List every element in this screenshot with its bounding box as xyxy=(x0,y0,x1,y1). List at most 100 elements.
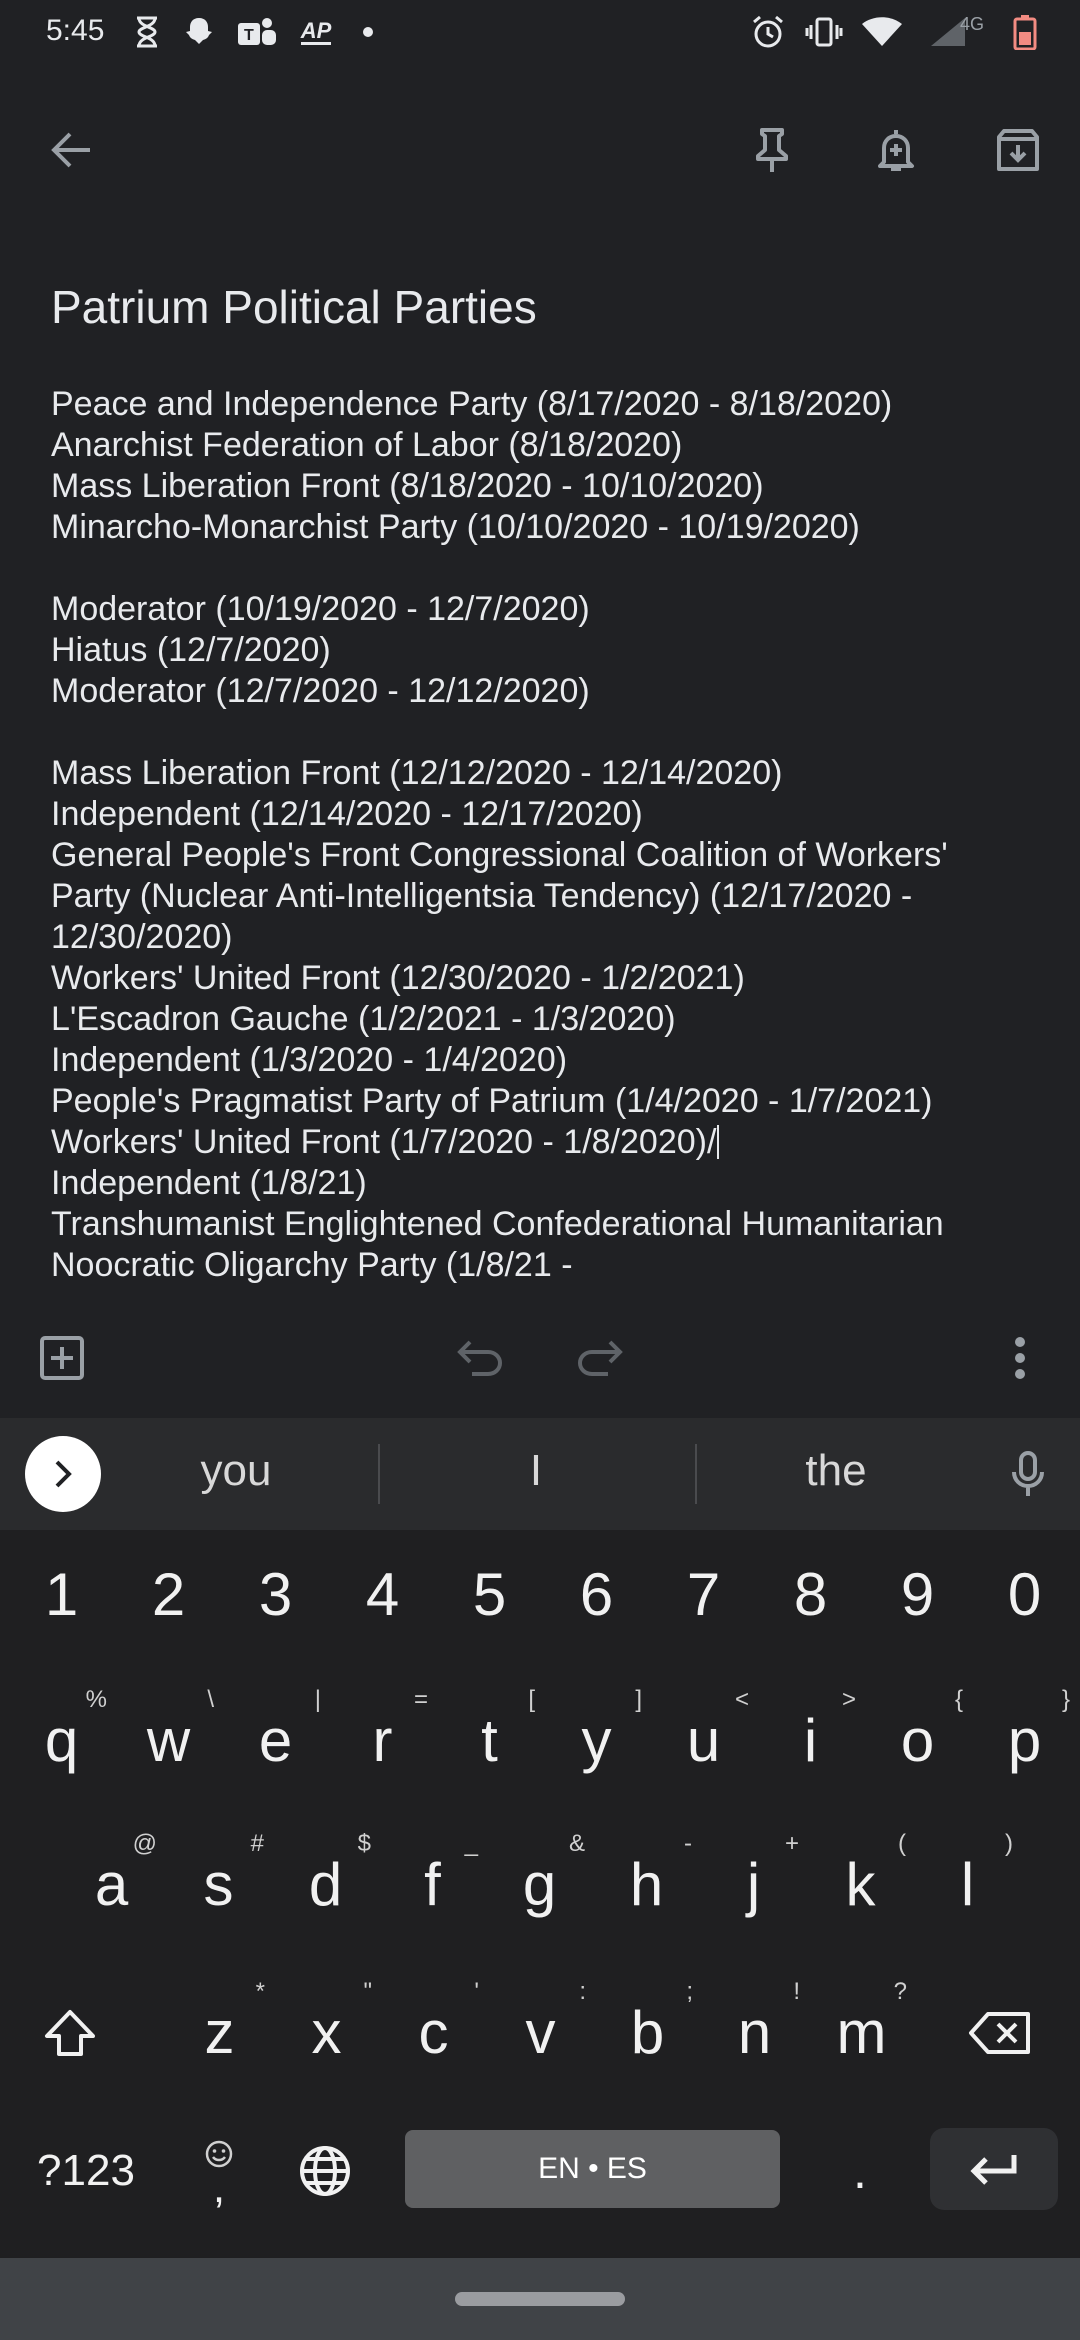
suggestion-bar: you I the xyxy=(0,1418,1080,1530)
enter-key[interactable] xyxy=(930,2128,1058,2210)
voice-input-button[interactable] xyxy=(998,1444,1058,1504)
backspace-key[interactable] xyxy=(944,1978,1056,2088)
note-line: Independent (12/14/2020 - 12/17/2020) xyxy=(51,795,643,833)
snapchat-icon xyxy=(180,12,218,52)
key-5-label: 5 xyxy=(472,1560,507,1628)
key-x-label: x xyxy=(311,1998,342,2066)
status-time: 5:45 xyxy=(46,14,105,47)
pin-button[interactable] xyxy=(740,118,804,182)
key-y-label: y xyxy=(581,1706,612,1774)
key-r[interactable]: r = xyxy=(329,1686,436,1794)
key-3[interactable]: 3 xyxy=(222,1542,329,1646)
key-b[interactable]: b; xyxy=(594,1978,701,2086)
key-o-hint: { xyxy=(954,1686,963,1713)
key-2[interactable]: 2 xyxy=(115,1542,222,1646)
note-line: Independent (1/8/21) xyxy=(51,1164,367,1202)
add-content-button[interactable] xyxy=(30,1326,94,1390)
key-5[interactable]: 5 xyxy=(436,1542,543,1646)
note-line: Mass Liberation Front (12/12/2020 - 12/1… xyxy=(51,754,783,792)
key-e-label: e xyxy=(258,1706,293,1774)
key-m-hint: ? xyxy=(893,1978,907,2005)
ap-news-icon: AP xyxy=(296,12,336,52)
key-l[interactable]: l) xyxy=(914,1830,1021,1938)
key-y[interactable]: y] xyxy=(543,1686,650,1794)
key-1-label: 1 xyxy=(44,1560,79,1628)
network-type-label: 4G xyxy=(959,14,984,34)
key-r-label: r xyxy=(372,1706,393,1774)
key-n[interactable]: n! xyxy=(701,1978,808,2086)
key-k-label: k xyxy=(845,1850,876,1918)
space-key[interactable]: EN • ES xyxy=(405,2130,780,2208)
key-z[interactable]: z * xyxy=(166,1978,273,2086)
suggestion-1[interactable]: you xyxy=(86,1446,386,1496)
key-x[interactable]: x " xyxy=(273,1978,380,2086)
language-key[interactable] xyxy=(282,2116,368,2226)
key-s[interactable]: s # xyxy=(165,1830,272,1938)
key-d[interactable]: d $ xyxy=(272,1830,379,1938)
chevron-right-icon xyxy=(55,1460,72,1488)
note-title[interactable]: Patrium Political Parties xyxy=(51,280,537,334)
svg-text:T: T xyxy=(244,27,254,44)
key-n-hint: ! xyxy=(793,1978,800,2005)
key-j[interactable]: j + xyxy=(700,1830,807,1938)
shift-key[interactable] xyxy=(20,1978,120,2088)
key-k[interactable]: k( xyxy=(807,1830,914,1938)
dot-icon xyxy=(360,12,376,52)
key-h[interactable]: h- xyxy=(593,1830,700,1938)
key-1[interactable]: 1 xyxy=(8,1542,115,1646)
key-4[interactable]: 4 xyxy=(329,1542,436,1646)
reminder-button[interactable] xyxy=(864,118,928,182)
symbols-key[interactable]: ?123 xyxy=(16,2116,156,2226)
key-8[interactable]: 8 xyxy=(757,1542,864,1646)
archive-button[interactable] xyxy=(986,118,1050,182)
key-p-hint: } xyxy=(1061,1686,1070,1713)
key-r-hint: = xyxy=(413,1686,428,1713)
ap-label: AP xyxy=(300,17,332,45)
home-gesture-handle[interactable] xyxy=(455,2292,625,2306)
key-6[interactable]: 6 xyxy=(543,1542,650,1646)
note-line: Minarcho-Monarchist Party (10/10/2020 - … xyxy=(51,508,860,546)
pin-icon xyxy=(756,128,788,172)
key-m[interactable]: m? xyxy=(808,1978,915,2086)
key-w[interactable]: w \ xyxy=(115,1686,222,1794)
key-v-hint: : xyxy=(579,1978,586,2005)
key-i-label: i xyxy=(803,1706,818,1774)
note-line: Workers' United Front (12/30/2020 - 1/2/… xyxy=(51,959,745,997)
redo-icon xyxy=(577,1340,623,1376)
key-o[interactable]: o{ xyxy=(864,1686,971,1794)
key-c[interactable]: c ' xyxy=(380,1978,487,2086)
suggestion-2[interactable]: I xyxy=(386,1446,686,1496)
vibrate-icon xyxy=(804,12,844,52)
key-9[interactable]: 9 xyxy=(864,1542,971,1646)
key-q[interactable]: q% xyxy=(8,1686,115,1794)
key-y-hint: ] xyxy=(635,1686,642,1713)
key-j-hint: + xyxy=(784,1830,799,1857)
comma-key[interactable]: , xyxy=(176,2116,262,2226)
key-e[interactable]: e | xyxy=(222,1686,329,1794)
key-u[interactable]: u < xyxy=(650,1686,757,1794)
note-body[interactable]: Peace and Independence Party (8/17/2020 … xyxy=(51,384,1051,1286)
more-vert-icon xyxy=(1015,1337,1025,1379)
key-c-label: c xyxy=(418,1998,449,2066)
keyboard: you I the 1234567890 q% w \ e | r = t[y] u < i > o{p… xyxy=(0,1418,1080,2258)
key-p[interactable]: p} xyxy=(971,1686,1078,1794)
key-7[interactable]: 7 xyxy=(650,1542,757,1646)
key-a-hint: @ xyxy=(132,1830,157,1857)
wifi-icon xyxy=(860,12,904,52)
undo-button[interactable] xyxy=(448,1326,512,1390)
key-v-label: v xyxy=(525,1998,556,2066)
key-f[interactable]: f _ xyxy=(379,1830,486,1938)
redo-button[interactable] xyxy=(568,1326,632,1390)
key-0[interactable]: 0 xyxy=(971,1542,1078,1646)
key-a[interactable]: a @ xyxy=(58,1830,165,1938)
back-button[interactable] xyxy=(40,118,104,182)
more-options-button[interactable] xyxy=(988,1326,1052,1390)
suggestion-3[interactable]: the xyxy=(686,1446,986,1496)
key-g[interactable]: g & xyxy=(486,1830,593,1938)
key-i[interactable]: i > xyxy=(757,1686,864,1794)
key-t[interactable]: t[ xyxy=(436,1686,543,1794)
period-key[interactable]: . xyxy=(810,2116,910,2226)
note-line: Workers' United Front (1/7/2020 - 1/8/20… xyxy=(51,1122,1051,1163)
key-v[interactable]: v: xyxy=(487,1978,594,2086)
